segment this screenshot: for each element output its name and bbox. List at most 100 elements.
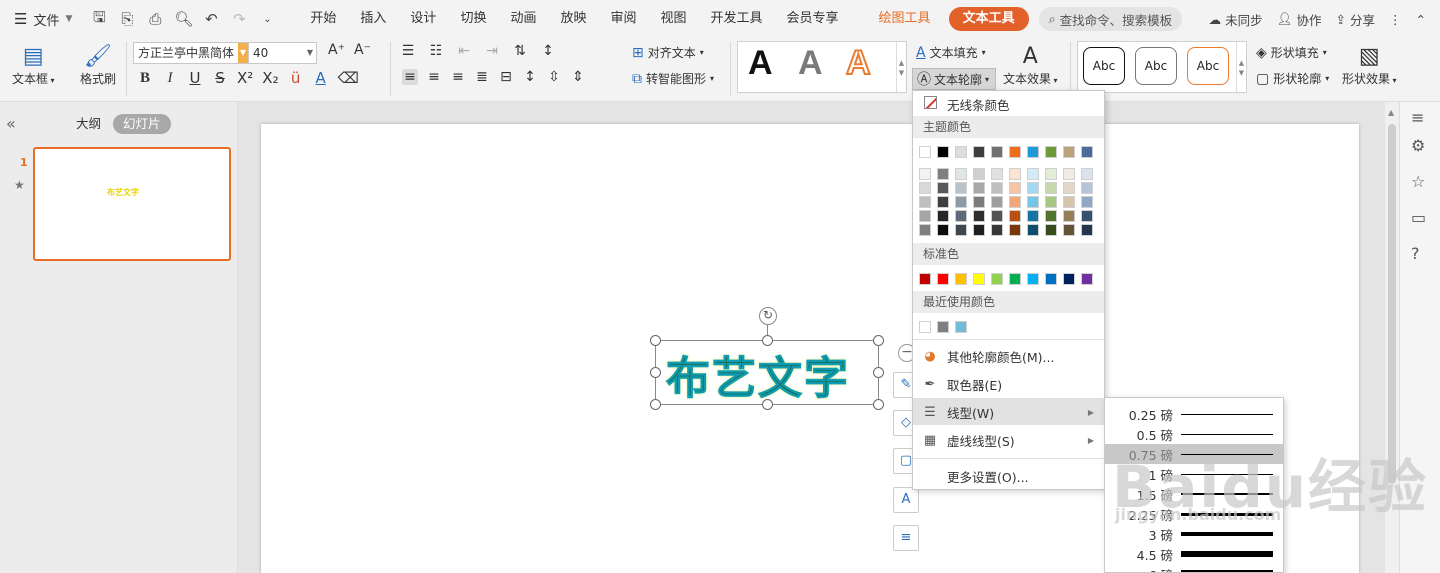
resize-handle[interactable] [873,335,884,346]
tab-transitions[interactable]: 切换 [448,7,498,31]
theme-shade-swatch[interactable] [937,168,949,180]
share-button[interactable]: ⇪ 分享 [1336,10,1376,29]
text-style-black[interactable]: A [748,44,773,83]
line-weight-option[interactable]: 4.5 磅 [1105,544,1283,564]
recent-color-swatch[interactable] [955,321,967,333]
theme-shade-swatch[interactable] [1045,210,1057,222]
rotate-handle-icon[interactable]: ↻ [759,307,777,325]
theme-shade-swatch[interactable] [937,196,949,208]
tab-review[interactable]: 审阅 [598,7,648,31]
menu-icon[interactable]: ≡ [1411,108,1424,127]
theme-shade-swatch[interactable] [955,224,967,236]
resize-handle[interactable] [873,399,884,410]
textbox-button[interactable]: ▤ 文本框 ▾ [12,42,55,87]
theme-shade-swatch[interactable] [973,196,985,208]
theme-shade-swatch[interactable] [973,224,985,236]
theme-shade-swatch[interactable] [919,196,931,208]
shape-style-orange[interactable]: Abc [1187,47,1229,85]
theme-color-swatch[interactable] [1045,146,1057,158]
file-menu[interactable]: ☰ 文件 ▼ [0,0,82,38]
line-weight-option[interactable]: 1.5 磅 [1105,484,1283,504]
selected-textbox[interactable]: 布艺文字 [655,340,879,405]
resize-handle[interactable] [762,399,773,410]
theme-shade-swatch[interactable] [1009,224,1021,236]
standard-color-swatch[interactable] [1063,273,1075,285]
save-icon[interactable]: 🖫 [90,7,108,32]
line-weight-option[interactable]: 0.75 磅 [1105,444,1283,464]
theme-shade-swatch[interactable] [1045,168,1057,180]
theme-shade-swatch[interactable] [937,210,949,222]
paragraph-spacing-icon[interactable]: ⇳ [546,69,562,85]
text-style-gray[interactable]: A [798,44,823,83]
text-direction-icon[interactable]: ⇅ [512,43,528,59]
phonetic-icon[interactable]: ü [288,69,304,87]
theme-shade-swatch[interactable] [1081,196,1093,208]
theme-shade-swatch[interactable] [1027,168,1039,180]
shape-effects-button[interactable]: ▧ 形状效果 ▾ [1342,42,1397,87]
superscript-icon[interactable]: X² [237,69,253,87]
shape-style-gray[interactable]: Abc [1135,47,1177,85]
vertical-scrollbar[interactable]: ▲ [1385,102,1399,573]
slide-thumbnail[interactable]: 布艺文字 [33,147,231,261]
font-size-input[interactable]: 40 ▼ [249,42,317,64]
tab-animations[interactable]: 动画 [498,7,548,31]
line-weight-option[interactable]: 3 磅 [1105,524,1283,544]
theme-shade-swatch[interactable] [1027,196,1039,208]
bullet-list-icon[interactable]: ☰ [400,43,416,59]
theme-shade-swatch[interactable] [1063,196,1075,208]
standard-color-swatch[interactable] [1027,273,1039,285]
bold-icon[interactable]: B [137,70,153,87]
tab-slides[interactable]: 幻灯片 [113,114,171,134]
help-icon[interactable]: ? [1411,244,1420,263]
theme-shade-swatch[interactable] [1045,182,1057,194]
font-color-icon[interactable]: A [313,69,329,87]
clear-format-icon[interactable]: ⌫ [338,69,359,87]
export-icon[interactable]: ⎘ [118,10,136,28]
more-menu-button[interactable]: ⋮ [1389,12,1402,27]
gallery-scroll[interactable]: ▲ ▼ [1236,42,1246,92]
smart-shape-button[interactable]: ⧉ 转智能图形 ▾ [632,70,714,87]
text-layout-icon[interactable]: ≡ [893,525,919,551]
theme-color-swatch[interactable] [1063,146,1075,158]
scrollbar-thumb[interactable] [1388,124,1396,484]
print-preview-icon[interactable]: 🔍︎ [174,10,193,28]
theme-shade-swatch[interactable] [955,210,967,222]
theme-shade-swatch[interactable] [1027,210,1039,222]
decrease-indent-icon[interactable]: ⇤ [456,43,472,59]
line-weight-option[interactable]: 2.25 磅 [1105,504,1283,524]
numbered-list-icon[interactable]: ☷ [428,43,444,59]
resize-handle[interactable] [873,367,884,378]
text-color-icon[interactable]: A [893,487,919,513]
theme-shade-swatch[interactable] [1009,210,1021,222]
text-style-orange-outline[interactable]: A [845,43,872,83]
text-outline-button[interactable]: Ⓐ 文本轮廓 ▾ [912,68,996,90]
increase-indent-icon[interactable]: ⇥ [484,43,500,59]
theme-shade-swatch[interactable] [1045,224,1057,236]
standard-color-swatch[interactable] [919,273,931,285]
grow-font-icon[interactable]: A⁺ [328,42,345,58]
print-icon[interactable]: ⎙ [146,10,164,28]
theme-shade-swatch[interactable] [919,224,931,236]
theme-shade-swatch[interactable] [991,168,1003,180]
theme-color-swatch[interactable] [955,146,967,158]
line-weight-option[interactable]: 1 磅 [1105,464,1283,484]
theme-shade-swatch[interactable] [973,182,985,194]
shape-style-black[interactable]: Abc [1083,47,1125,85]
theme-shade-swatch[interactable] [955,182,967,194]
animation-icon[interactable]: ☆ [1411,172,1425,191]
no-line-color-item[interactable]: 无线条颜色 [913,91,1104,117]
settings-sliders-icon[interactable]: ⚙ [1411,136,1425,155]
theme-shade-swatch[interactable] [1063,224,1075,236]
theme-shade-swatch[interactable] [1009,196,1021,208]
more-settings-item[interactable]: 更多设置(O)... [913,463,1104,489]
tab-text-tools[interactable]: 文本工具 [948,7,1029,31]
collapse-panel-icon[interactable]: « [6,114,16,133]
theme-shade-swatch[interactable] [1081,210,1093,222]
gallery-scroll[interactable]: ▲ ▼ [896,42,906,92]
theme-shade-swatch[interactable] [991,224,1003,236]
theme-color-swatch[interactable] [1009,146,1021,158]
collaborate-button[interactable]: 👤︎ 协作 [1277,10,1322,29]
justify-icon[interactable]: ≣ [474,69,490,85]
line-weight-option[interactable]: 0.5 磅 [1105,424,1283,444]
align-right-icon[interactable]: ≡ [450,69,466,85]
